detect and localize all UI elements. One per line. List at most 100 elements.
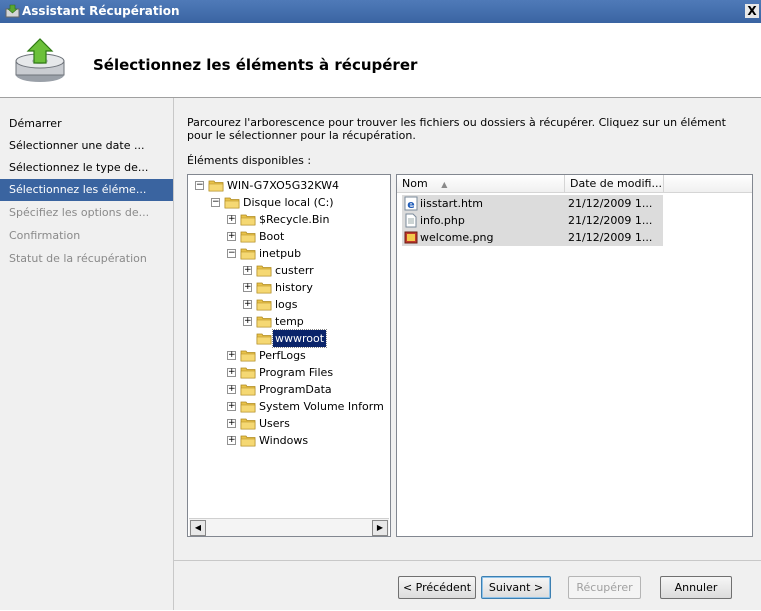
tree-node[interactable]: − inetpub (227, 245, 390, 262)
tree-node-label: custerr (275, 264, 314, 277)
folder-icon (240, 418, 256, 430)
tree-node-label: history (275, 281, 313, 294)
file-name-cell: info.php (402, 212, 565, 229)
button-bar: < Précédent Suivant > Récupérer Annuler (174, 560, 761, 611)
tree-node-label: ProgramData (259, 383, 332, 396)
scroll-left-arrow-icon[interactable]: ◀ (190, 520, 206, 536)
folder-icon (240, 435, 256, 447)
expand-plus-icon[interactable]: + (243, 317, 252, 326)
recovery-wizard-icon (15, 38, 65, 82)
step-select-date[interactable]: Sélectionner une date ... (0, 135, 173, 157)
expand-plus-icon[interactable]: + (227, 385, 236, 394)
expand-plus-icon[interactable]: + (227, 215, 236, 224)
folder-icon (240, 231, 256, 243)
tree-node-label: Disque local (C:) (243, 196, 334, 209)
available-items-label: Éléments disponibles : (187, 154, 312, 167)
expand-plus-icon[interactable]: + (227, 368, 236, 377)
tree-node-label: Windows (259, 434, 309, 447)
tree-node[interactable]: + logs (243, 296, 390, 313)
next-button[interactable]: Suivant > (481, 576, 551, 599)
expand-plus-icon[interactable]: + (227, 351, 236, 360)
folder-tree[interactable]: − WIN-G7XO5G32KW4− Disque local (C:) + $Recy… (187, 174, 391, 537)
step-start[interactable]: Démarrer (0, 113, 173, 135)
file-name: iisstart.htm (420, 197, 483, 210)
svg-text:e: e (407, 198, 414, 211)
folder-icon (240, 350, 256, 362)
collapse-minus-icon[interactable]: − (195, 181, 204, 190)
tree-node[interactable]: + System Volume Inform (227, 398, 390, 415)
main-content: Parcourez l'arborescence pour trouver le… (174, 98, 761, 610)
file-name-cell: welcome.png (402, 229, 565, 246)
folder-icon (256, 299, 272, 311)
folder-icon (240, 248, 256, 260)
collapse-minus-icon[interactable]: − (227, 249, 236, 258)
tree-node-label: Program Files (259, 366, 334, 379)
column-header-date[interactable]: Date de modifi... (565, 175, 664, 192)
step-select-type[interactable]: Sélectionnez le type de... (0, 157, 173, 179)
file-date-cell: 21/12/2009 1... (565, 229, 663, 246)
folder-icon (256, 333, 272, 345)
close-button[interactable]: X (745, 4, 759, 18)
expand-plus-icon[interactable]: + (243, 283, 252, 292)
tree-node[interactable]: + $Recycle.Bin (227, 211, 390, 228)
html-file-icon: e (404, 196, 418, 211)
tree-node[interactable]: + Users (227, 415, 390, 432)
column-header-name[interactable]: Nom ▲ (397, 175, 565, 192)
tree-node-label: PerfLogs (259, 349, 306, 362)
drive-icon (224, 197, 240, 209)
tree-node-label: $Recycle.Bin (259, 213, 330, 226)
folder-icon (256, 316, 272, 328)
image-file-icon (404, 231, 418, 244)
sort-ascending-icon: ▲ (441, 180, 448, 189)
file-row[interactable]: e iisstart.htm 21/12/2009 1... (397, 195, 664, 212)
tree-node[interactable]: + Boot (227, 228, 390, 245)
file-row[interactable]: info.php 21/12/2009 1... (397, 212, 664, 229)
expand-plus-icon[interactable]: + (227, 232, 236, 241)
tree-node-label: Boot (259, 230, 285, 243)
tree-node[interactable]: − WIN-G7XO5G32KW4 (195, 177, 390, 194)
step-select-items[interactable]: Sélectionnez les éléme... (0, 179, 173, 201)
previous-button[interactable]: < Précédent (398, 576, 476, 599)
cancel-button[interactable]: Annuler (660, 576, 732, 599)
tree-node[interactable]: + temp (243, 313, 390, 330)
tree-node-label: temp (275, 315, 304, 328)
column-name-label: Nom (402, 177, 428, 190)
tree-node[interactable]: + Windows (227, 432, 390, 449)
step-options: Spécifiez les options de... (9, 206, 150, 219)
file-date-cell: 21/12/2009 1... (565, 195, 663, 212)
document-file-icon (405, 213, 417, 228)
expand-plus-icon[interactable]: + (227, 419, 236, 428)
folder-icon (256, 265, 272, 277)
expand-plus-icon[interactable]: + (243, 266, 252, 275)
expand-plus-icon[interactable]: + (243, 300, 252, 309)
tree-node-label: Users (259, 417, 290, 430)
step-confirmation: Confirmation (9, 229, 81, 242)
computer-icon (208, 180, 224, 192)
window-titlebar: Assistant Récupération X (0, 0, 761, 23)
file-row[interactable]: welcome.png 21/12/2009 1... (397, 229, 664, 246)
collapse-minus-icon[interactable]: − (211, 198, 220, 207)
file-list-header: Nom ▲ Date de modifi... (397, 175, 752, 193)
wizard-header: Sélectionnez les éléments à récupérer (0, 23, 761, 98)
tree-node[interactable]: + history (243, 279, 390, 296)
tree-node[interactable]: + Program Files (227, 364, 390, 381)
tree-horizontal-scrollbar[interactable]: ◀ ▶ (189, 518, 389, 536)
scroll-right-arrow-icon[interactable]: ▶ (372, 520, 388, 536)
tree-node[interactable]: − Disque local (C:) (211, 194, 390, 211)
page-title: Sélectionnez les éléments à récupérer (93, 56, 418, 74)
step-recovery-status: Statut de la récupération (9, 252, 147, 265)
folder-icon (240, 401, 256, 413)
tree-node[interactable]: + custerr (243, 262, 390, 279)
tree-node-label: System Volume Inform (259, 400, 384, 413)
folder-icon (240, 367, 256, 379)
tree-node[interactable]: + PerfLogs (227, 347, 390, 364)
wizard-steps-sidebar: Démarrer Sélectionner une date ... Sélec… (0, 98, 174, 610)
instructions-text: Parcourez l'arborescence pour trouver le… (187, 116, 726, 142)
tree-node[interactable]: wwwroot (243, 329, 390, 348)
file-name: welcome.png (420, 231, 494, 244)
expand-plus-icon[interactable]: + (227, 402, 236, 411)
file-list[interactable]: Nom ▲ Date de modifi... e iisstart.htm 21/… (396, 174, 753, 537)
window-title: Assistant Récupération (22, 4, 180, 18)
expand-plus-icon[interactable]: + (227, 436, 236, 445)
tree-node[interactable]: + ProgramData (227, 381, 390, 398)
